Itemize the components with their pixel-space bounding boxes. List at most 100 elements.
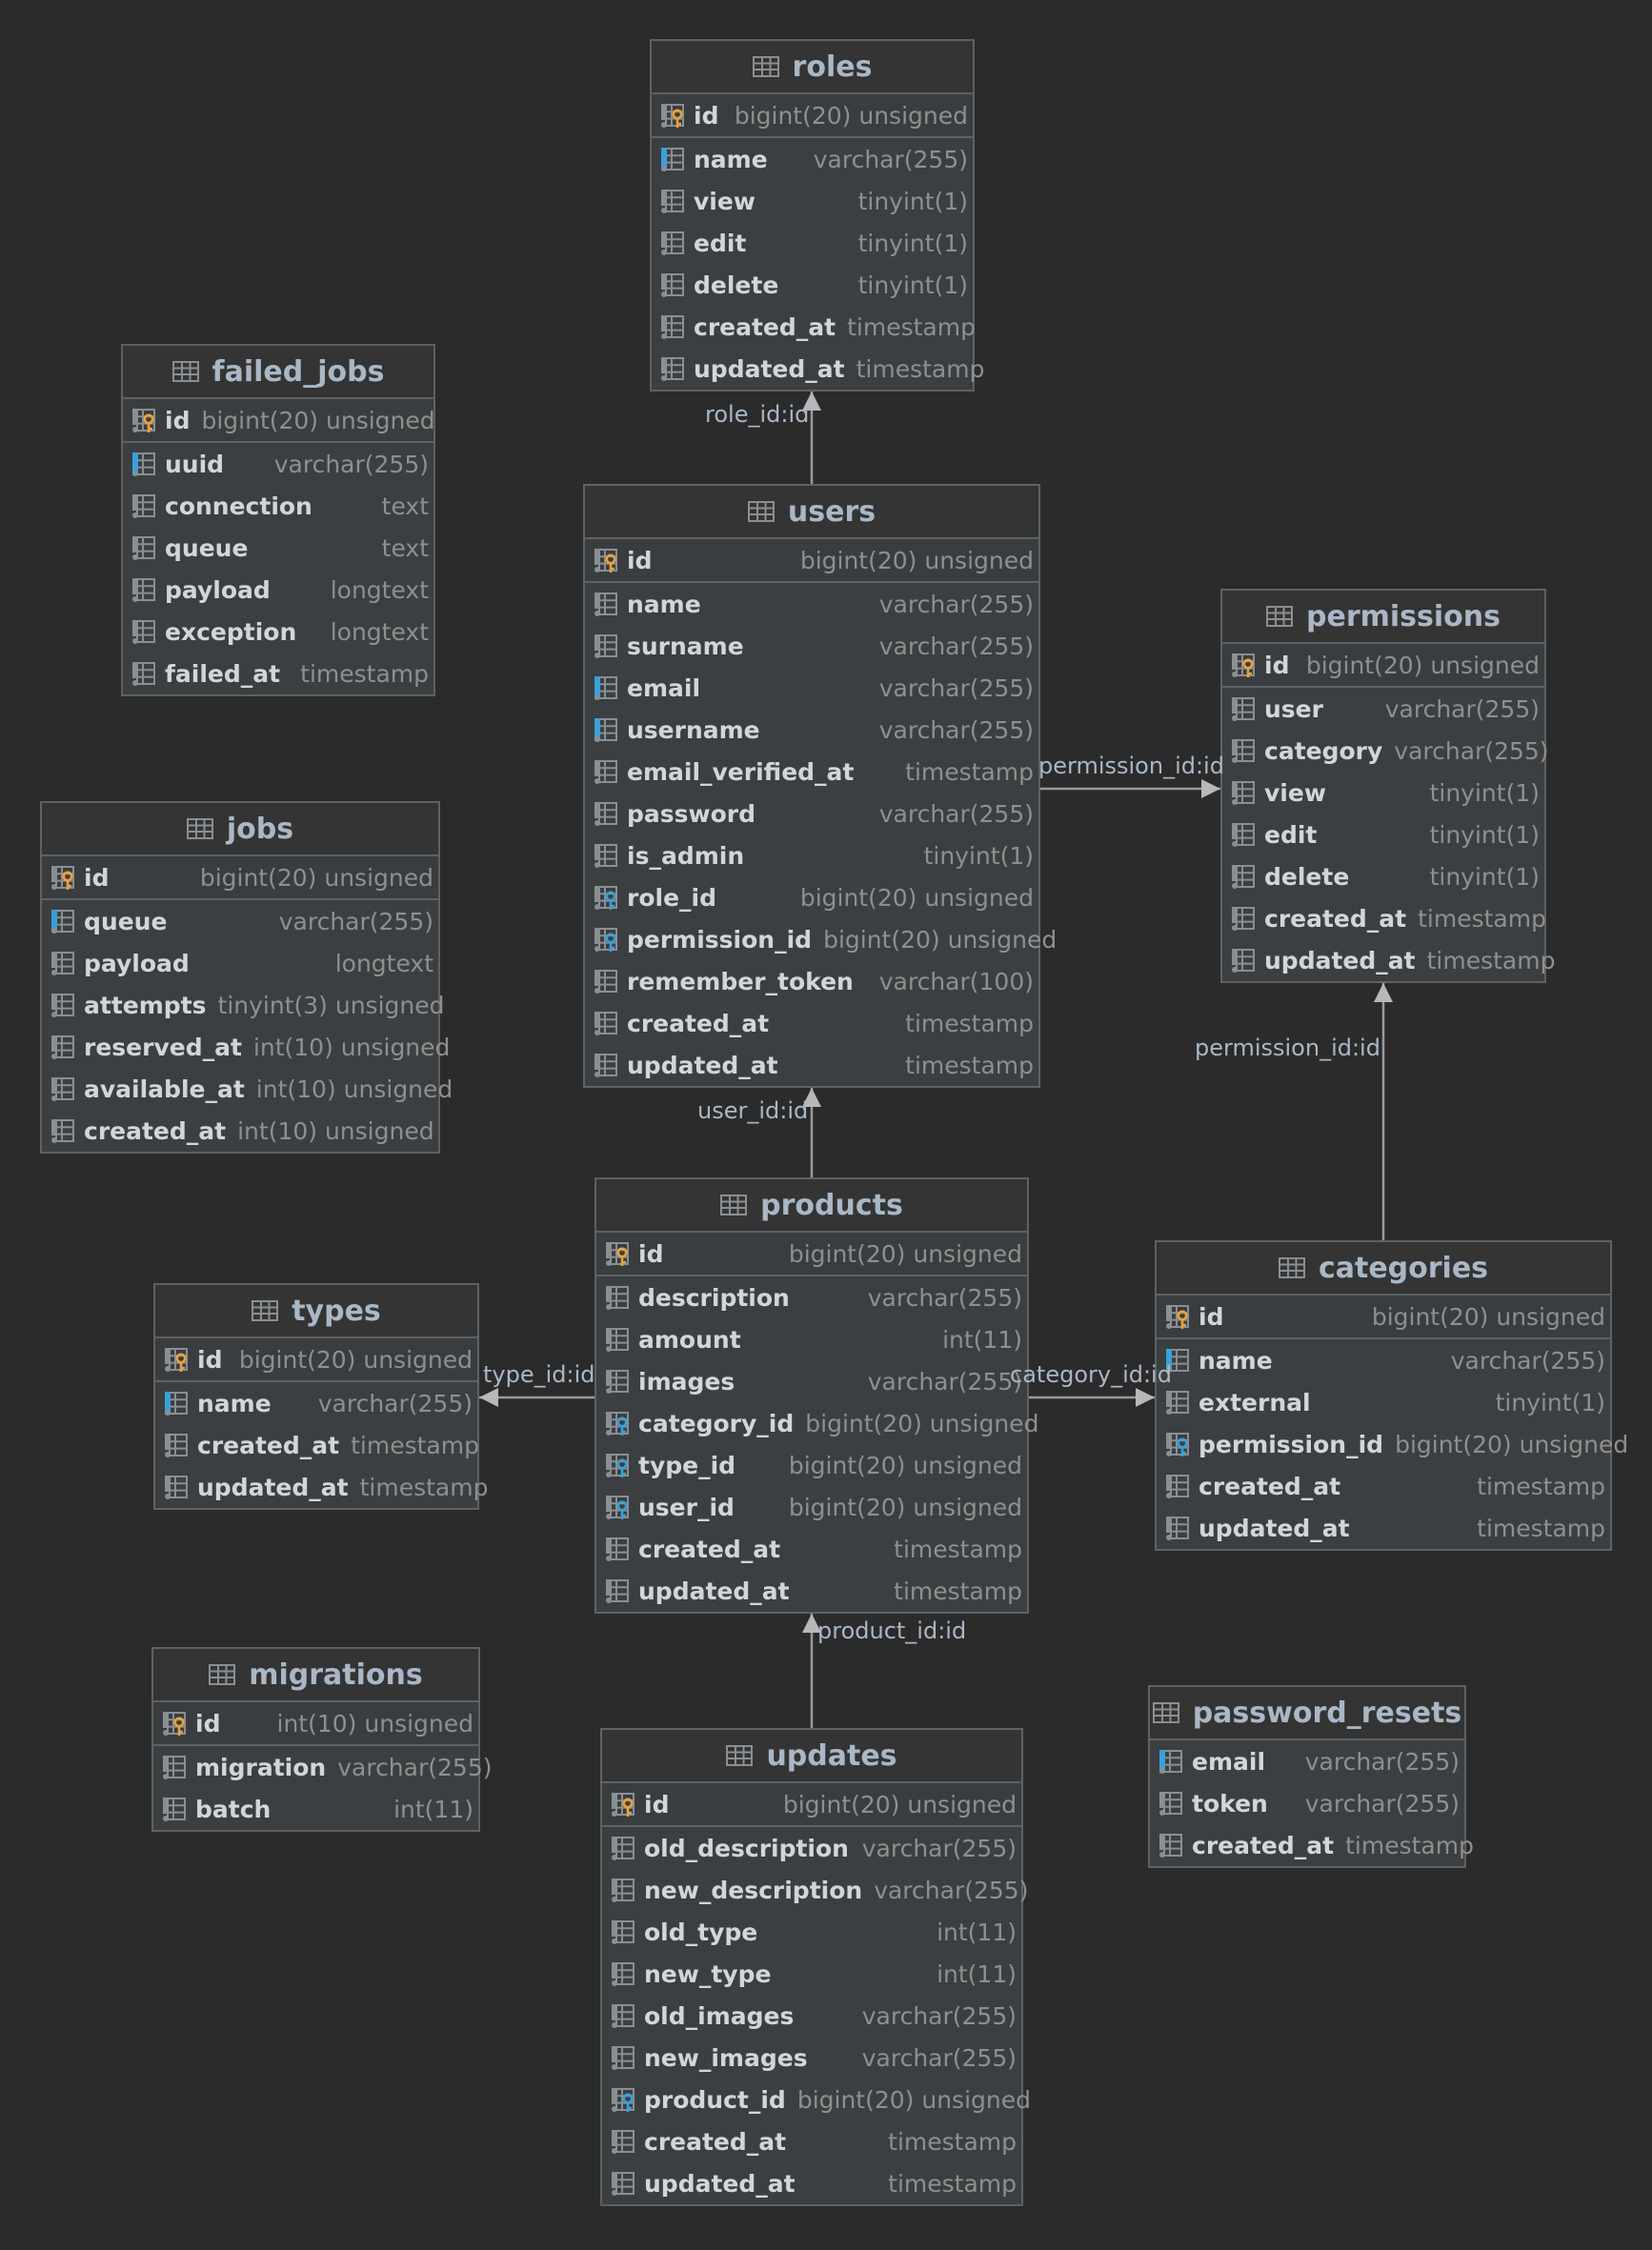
column-row[interactable]: old_description varchar(255) (602, 1827, 1021, 1869)
column-row[interactable]: queue text (123, 527, 433, 569)
column-row[interactable]: password varchar(255) (585, 793, 1038, 834)
column-row[interactable]: id bigint(20) unsigned (155, 1338, 477, 1382)
table-products[interactable]: products id bigint(20) unsigned description… (594, 1177, 1038, 1614)
column-row[interactable]: token varchar(255) (1150, 1782, 1464, 1824)
table-jobs[interactable]: jobs id bigint(20) unsigned queue varchar(25… (40, 801, 453, 1154)
column-row[interactable]: migration varchar(255) (153, 1746, 492, 1788)
table-header[interactable]: categories (1157, 1242, 1610, 1296)
column-row[interactable]: user_id bigint(20) unsigned (596, 1486, 1027, 1528)
table-roles[interactable]: roles id bigint(20) unsigned name varchar(25… (650, 39, 984, 392)
column-row[interactable]: created_at timestamp (602, 2120, 1021, 2162)
column-row[interactable]: category varchar(255) (1222, 730, 1549, 772)
column-row[interactable]: created_at timestamp (596, 1528, 1027, 1570)
column-row[interactable]: exception longtext (123, 611, 433, 653)
column-row[interactable]: old_type int(11) (602, 1911, 1021, 1953)
table-users[interactable]: users id bigint(20) unsigned name varchar(25… (583, 484, 1057, 1088)
column-row[interactable]: created_at timestamp (652, 306, 976, 348)
column-row[interactable]: created_at timestamp (1150, 1824, 1474, 1866)
column-row[interactable]: updated_at timestamp (585, 1044, 1038, 1086)
table-header[interactable]: migrations (153, 1649, 478, 1702)
column-row[interactable]: id bigint(20) unsigned (1222, 644, 1544, 688)
column-row[interactable]: email varchar(255) (1150, 1740, 1464, 1782)
column-row[interactable]: view tinyint(1) (652, 180, 973, 222)
column-row[interactable]: updated_at timestamp (652, 348, 984, 390)
column-row[interactable]: batch int(11) (153, 1788, 478, 1830)
column-row[interactable]: payload longtext (123, 569, 433, 611)
column-row[interactable]: type_id bigint(20) unsigned (596, 1444, 1027, 1486)
column-row[interactable]: username varchar(255) (585, 709, 1038, 751)
column-row[interactable]: queue varchar(255) (42, 900, 438, 942)
table-failed-jobs[interactable]: failed_jobs id bigint(20) unsigned uuid varc… (121, 344, 435, 696)
column-row[interactable]: name varchar(255) (585, 583, 1038, 625)
column-row[interactable]: connection text (123, 485, 433, 527)
column-row[interactable]: name varchar(255) (652, 138, 973, 180)
column-row[interactable]: created_at timestamp (1157, 1465, 1610, 1507)
column-row[interactable]: id bigint(20) unsigned (42, 856, 438, 900)
table-header[interactable]: failed_jobs (123, 346, 433, 399)
column-row[interactable]: failed_at timestamp (123, 653, 433, 694)
column-row[interactable]: created_at timestamp (155, 1424, 479, 1466)
table-header[interactable]: users (585, 486, 1038, 539)
column-row[interactable]: new_type int(11) (602, 1953, 1021, 1995)
column-row[interactable]: updated_at timestamp (1157, 1507, 1610, 1549)
column-row[interactable]: updated_at timestamp (155, 1466, 488, 1508)
column-row[interactable]: new_images varchar(255) (602, 2037, 1021, 2079)
column-row[interactable]: available_at int(10) unsigned (42, 1068, 453, 1110)
column-row[interactable]: uuid varchar(255) (123, 443, 433, 485)
column-row[interactable]: delete tinyint(1) (1222, 855, 1544, 897)
column-row[interactable]: edit tinyint(1) (1222, 814, 1544, 855)
column-row[interactable]: id bigint(20) unsigned (123, 399, 435, 443)
column-row[interactable]: created_at timestamp (585, 1002, 1038, 1044)
table-header[interactable]: jobs (42, 803, 438, 856)
column-row[interactable]: description varchar(255) (596, 1276, 1027, 1318)
column-row[interactable]: email_verified_at timestamp (585, 751, 1038, 793)
column-row[interactable]: id bigint(20) unsigned (1157, 1296, 1610, 1339)
table-header[interactable]: updates (602, 1730, 1021, 1783)
column-row[interactable]: id int(10) unsigned (153, 1702, 478, 1746)
column-row[interactable]: remember_token varchar(100) (585, 960, 1038, 1002)
table-types[interactable]: types id bigint(20) unsigned name varchar(25… (153, 1283, 488, 1510)
column-row[interactable]: permission_id bigint(20) unsigned (585, 918, 1057, 960)
table-password-resets[interactable]: password_resets email varchar(255) token var… (1148, 1685, 1474, 1868)
column-row[interactable]: view tinyint(1) (1222, 772, 1544, 814)
column-row[interactable]: email varchar(255) (585, 667, 1038, 709)
column-row[interactable]: role_id bigint(20) unsigned (585, 876, 1038, 918)
column-row[interactable]: created_at int(10) unsigned (42, 1110, 438, 1152)
column-row[interactable]: user varchar(255) (1222, 688, 1544, 730)
column-row[interactable]: reserved_at int(10) unsigned (42, 1026, 450, 1068)
column-row[interactable]: new_description varchar(255) (602, 1869, 1028, 1911)
column-row[interactable]: created_at timestamp (1222, 897, 1546, 939)
column-row[interactable]: surname varchar(255) (585, 625, 1038, 667)
column-row[interactable]: updated_at timestamp (602, 2162, 1021, 2204)
column-row[interactable]: product_id bigint(20) unsigned (602, 2079, 1031, 2120)
column-row[interactable]: payload longtext (42, 942, 438, 984)
column-icon (1230, 904, 1259, 933)
table-updates[interactable]: updates id bigint(20) unsigned old_descript… (600, 1728, 1031, 2206)
table-header[interactable]: products (596, 1179, 1027, 1233)
column-row[interactable]: name varchar(255) (155, 1382, 477, 1424)
column-row[interactable]: id bigint(20) unsigned (596, 1233, 1027, 1276)
column-row[interactable]: id bigint(20) unsigned (602, 1783, 1021, 1827)
column-row[interactable]: external tinyint(1) (1157, 1381, 1610, 1423)
column-row[interactable]: images varchar(255) (596, 1360, 1027, 1402)
table-migrations[interactable]: migrations id int(10) unsigned migration var… (151, 1647, 492, 1832)
column-row[interactable]: edit tinyint(1) (652, 222, 973, 264)
column-row[interactable]: id bigint(20) unsigned (652, 94, 973, 138)
column-row[interactable]: permission_id bigint(20) unsigned (1157, 1423, 1628, 1465)
table-header[interactable]: roles (652, 41, 973, 94)
column-row[interactable]: id bigint(20) unsigned (585, 539, 1038, 583)
column-row[interactable]: updated_at timestamp (596, 1570, 1027, 1612)
table-header[interactable]: password_resets (1150, 1687, 1464, 1740)
column-row[interactable]: old_images varchar(255) (602, 1995, 1021, 2037)
column-row[interactable]: attempts tinyint(3) unsigned (42, 984, 444, 1026)
table-header[interactable]: permissions (1222, 591, 1544, 644)
table-permissions[interactable]: permissions id bigint(20) unsigned user varc… (1220, 589, 1555, 983)
column-row[interactable]: amount int(11) (596, 1318, 1027, 1360)
column-row[interactable]: name varchar(255) (1157, 1339, 1610, 1381)
table-categories[interactable]: categories id bigint(20) unsigned name varch… (1155, 1240, 1628, 1551)
table-header[interactable]: types (155, 1285, 477, 1338)
column-row[interactable]: updated_at timestamp (1222, 939, 1555, 981)
column-row[interactable]: delete tinyint(1) (652, 264, 973, 306)
column-row[interactable]: category_id bigint(20) unsigned (596, 1402, 1038, 1444)
column-row[interactable]: is_admin tinyint(1) (585, 834, 1038, 876)
